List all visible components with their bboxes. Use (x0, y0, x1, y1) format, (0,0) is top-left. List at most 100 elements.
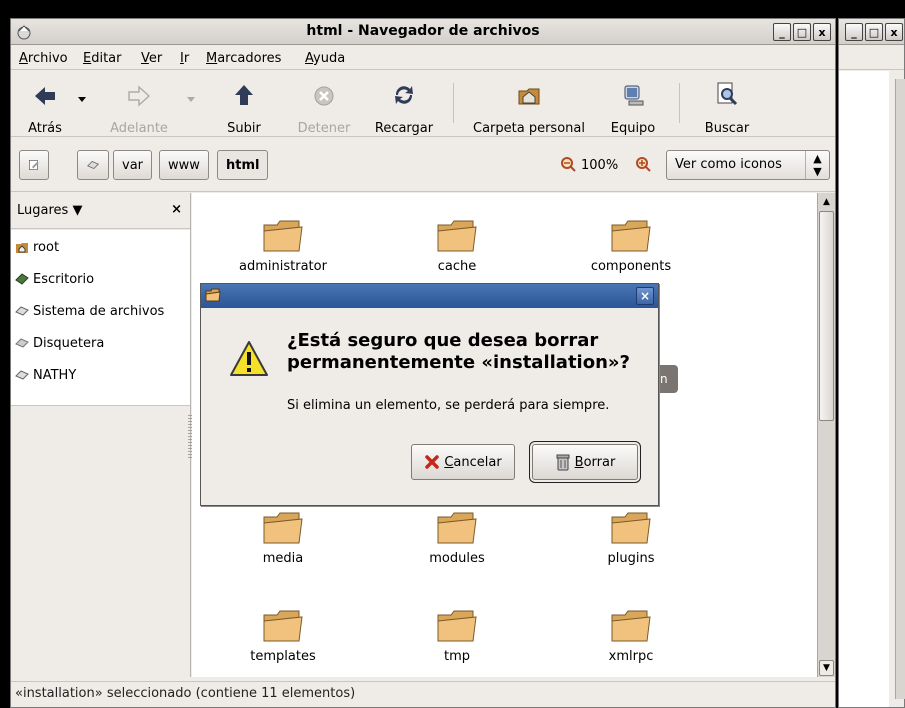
back-button[interactable]: Atrás (17, 77, 73, 136)
zoom-level[interactable]: 100% (581, 158, 618, 173)
folder-icon (205, 288, 221, 302)
maximize-button[interactable]: □ (865, 23, 883, 41)
folder-icon (263, 610, 303, 642)
forward-button[interactable]: Adelante (99, 77, 179, 136)
stop-label: Detener (297, 121, 351, 136)
folder-item[interactable]: media (228, 507, 338, 566)
home-folder-icon (518, 88, 540, 105)
folder-name: templates (250, 649, 316, 664)
folder-icon (611, 220, 651, 252)
reload-label: Recargar (374, 121, 434, 136)
trash-icon (556, 454, 570, 471)
desktop-icon (15, 273, 29, 285)
folder-item[interactable]: xmlrpc (576, 605, 686, 664)
path-segment-html[interactable]: html (217, 150, 269, 180)
up-label: Subir (227, 121, 261, 136)
menu-archivo[interactable]: Archivo (19, 51, 68, 66)
folder-name: modules (429, 551, 485, 566)
vertical-scrollbar[interactable]: ▲ ▼ (817, 193, 835, 677)
folder-item[interactable]: templates (228, 605, 338, 664)
background-window-content (839, 71, 889, 707)
folder-item[interactable]: components (576, 215, 686, 274)
folder-icon (263, 512, 303, 544)
search-button[interactable]: Buscar (695, 77, 759, 136)
computer-icon (624, 85, 644, 106)
window-title: html - Navegador de archivos (306, 23, 540, 39)
computer-label: Equipo (610, 121, 656, 136)
forward-history-dropdown[interactable] (187, 97, 195, 102)
place-filesystem[interactable]: Sistema de archivos (15, 300, 164, 322)
folder-icon (437, 610, 477, 642)
menu-ir[interactable]: Ir (180, 51, 189, 66)
dialog-close-button[interactable]: × (636, 287, 654, 305)
close-button[interactable]: x (813, 23, 831, 41)
path-segment-var[interactable]: var (113, 150, 153, 180)
folder-item[interactable]: plugins (576, 507, 686, 566)
view-mode-select[interactable]: Ver como iconos ▲ ▼ (666, 150, 830, 180)
folder-icon (263, 220, 303, 252)
background-window-menubar (839, 46, 904, 70)
dialog-title-bar[interactable]: × (201, 284, 658, 308)
floppy-icon (15, 338, 29, 348)
menu-ver[interactable]: Ver (141, 51, 162, 66)
folder-item[interactable]: modules (402, 507, 512, 566)
zoom-in-icon[interactable] (635, 156, 651, 172)
reload-button[interactable]: Recargar (369, 77, 439, 136)
arrow-right-icon (128, 85, 151, 107)
folder-item[interactable]: tmp (402, 605, 512, 664)
back-history-dropdown[interactable] (78, 97, 86, 102)
reload-icon (395, 86, 413, 104)
scroll-down-icon[interactable]: ▼ (819, 660, 834, 676)
folder-item[interactable]: cache (402, 215, 512, 274)
menu-ayuda[interactable]: Ayuda (305, 51, 345, 66)
forward-label: Adelante (110, 121, 168, 136)
minimize-button[interactable]: _ (845, 23, 863, 41)
place-desktop[interactable]: Escritorio (15, 268, 94, 290)
sidebar-type-selector[interactable]: Lugares ▼ (17, 203, 82, 218)
folder-item[interactable]: administrator (228, 215, 338, 274)
background-window-title-bar[interactable]: _ □ x (839, 19, 904, 45)
cancel-label: Cancelar (444, 454, 502, 470)
close-button[interactable]: x (885, 23, 903, 41)
folder-icon (437, 220, 477, 252)
up-button[interactable]: Subir (219, 77, 269, 136)
home-button[interactable]: Carpeta personal (463, 77, 595, 136)
maximize-button[interactable]: □ (793, 23, 811, 41)
title-bar[interactable]: html - Navegador de archivos _ □ x (11, 19, 835, 45)
place-root[interactable]: root (15, 236, 59, 258)
path-segment-www[interactable]: www (159, 150, 209, 180)
place-nathy[interactable]: NATHY (15, 364, 76, 386)
selected-folder-label-fragment[interactable]: n (660, 365, 678, 393)
location-bar: var www html 100% Ver como iconos ▲ ▼ (11, 138, 835, 192)
folder-name: components (590, 259, 672, 274)
view-mode-value: Ver como iconos (675, 157, 782, 172)
minimize-button[interactable]: _ (773, 23, 791, 41)
background-window[interactable]: _ □ x (838, 18, 905, 708)
status-bar: «installation» seleccionado (contiene 11… (11, 681, 835, 707)
back-label: Atrás (28, 121, 62, 136)
sidebar: Lugares ▼ × root Escritorio Sistema de a… (11, 193, 192, 677)
zoom-out-icon[interactable] (560, 156, 576, 172)
dialog-secondary-text: Si elimina un elemento, se perderá para … (287, 398, 610, 413)
search-label: Buscar (704, 121, 750, 136)
scrollbar-thumb[interactable] (819, 211, 834, 421)
stop-button[interactable]: Detener (293, 77, 355, 136)
path-root-button[interactable] (77, 150, 109, 180)
place-floppy[interactable]: Disquetera (15, 332, 104, 354)
cancel-button[interactable]: Cancelar (411, 444, 515, 480)
warning-icon (230, 341, 268, 376)
sidebar-close-button[interactable]: × (171, 202, 182, 217)
places-list: root Escritorio Sistema de archivos Disq… (11, 230, 190, 406)
delete-label: Borrar (574, 454, 616, 470)
toggle-location-entry-button[interactable] (19, 150, 49, 180)
status-text: «installation» seleccionado (contiene 11… (15, 686, 356, 701)
computer-button[interactable]: Equipo (603, 77, 663, 136)
sidebar-header: Lugares ▼ × (11, 193, 190, 229)
menu-marcadores[interactable]: Marcadores (206, 51, 281, 66)
delete-button[interactable]: Borrar (529, 441, 641, 483)
folder-name: administrator (239, 259, 327, 274)
menu-editar[interactable]: Editar (83, 51, 122, 66)
folder-icon (611, 610, 651, 642)
background-window-scrollbar[interactable] (895, 79, 905, 699)
scroll-up-icon[interactable]: ▲ (819, 194, 834, 210)
